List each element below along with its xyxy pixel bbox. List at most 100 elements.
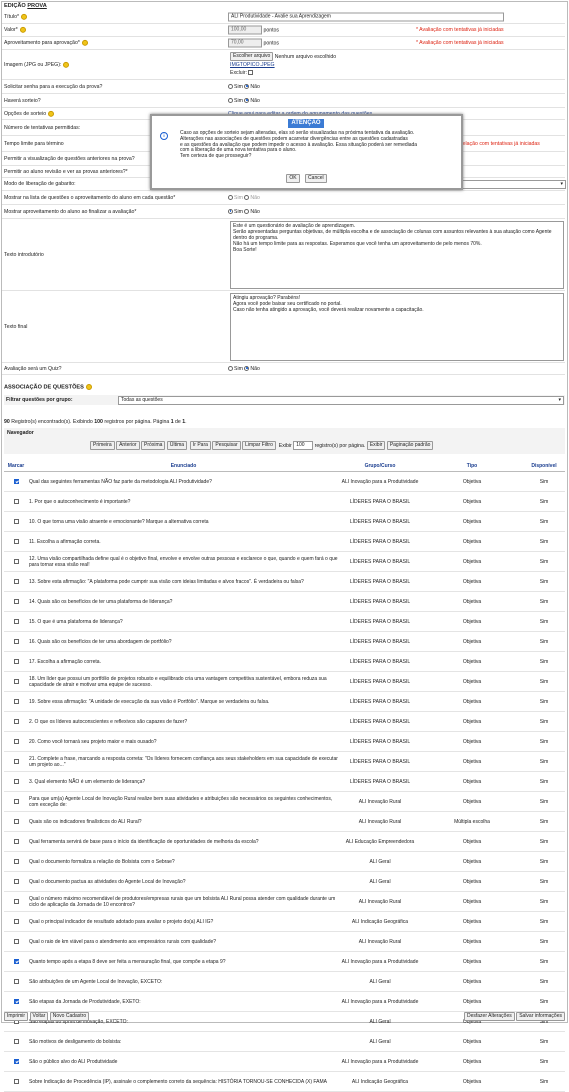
show-button[interactable]: Exibir <box>366 441 386 450</box>
sorteio-label: Haverá sorteio? <box>4 97 41 104</box>
row-checkbox[interactable] <box>13 918 19 924</box>
row-tipo: Objetiva <box>421 991 523 1012</box>
mostrar-lista-nao-radio[interactable] <box>244 194 250 200</box>
col-enunciado[interactable]: Enunciado <box>28 460 339 472</box>
row-checkbox[interactable] <box>13 678 19 684</box>
go-to-button[interactable]: Ir Para <box>189 441 211 450</box>
help-icon[interactable] <box>19 26 26 33</box>
row-checkbox[interactable] <box>13 738 19 744</box>
sorteio-sim-radio[interactable] <box>228 97 233 103</box>
save-button[interactable]: Salvar informações <box>516 1012 565 1021</box>
row-checkbox[interactable] <box>13 878 19 884</box>
row-tipo: Objetiva <box>421 931 523 952</box>
quiz-nao-radio[interactable] <box>244 365 250 371</box>
print-button[interactable]: Imprimir <box>4 1012 29 1021</box>
row-tipo: Objetiva <box>421 491 523 512</box>
sorteio-nao-radio[interactable] <box>244 97 250 103</box>
row-grupo: ALI Inovação Rural <box>339 931 421 952</box>
footer-toolbar: Imprimir Voltar Novo Cadastro Desfazer A… <box>4 1012 565 1021</box>
row-checkbox[interactable] <box>13 498 19 504</box>
row-grupo: LÍDERES PARA O BRASIL <box>339 691 421 712</box>
row-checkbox[interactable] <box>13 858 19 864</box>
row-checkbox[interactable] <box>13 778 19 784</box>
row-checkbox[interactable] <box>13 898 19 904</box>
clear-filter-button[interactable]: Limpar Filtro <box>242 441 276 450</box>
next-page-button[interactable]: Próxima <box>141 441 166 450</box>
first-page-button[interactable]: Primeira <box>90 441 115 450</box>
undo-button[interactable]: Desfazer Alterações <box>464 1012 515 1021</box>
row-tipo: Objetiva <box>421 731 523 752</box>
row-checkbox[interactable] <box>13 818 19 824</box>
ok-button[interactable]: OK <box>286 174 300 183</box>
row-checkbox[interactable] <box>13 838 19 844</box>
help-icon[interactable] <box>81 39 88 46</box>
per-page-input[interactable]: 100 <box>293 441 314 450</box>
valor-input[interactable]: 100,00 <box>228 25 262 35</box>
row-checkbox[interactable] <box>13 998 19 1004</box>
row-checkbox[interactable] <box>13 978 19 984</box>
help-icon[interactable] <box>48 110 55 117</box>
col-marcar[interactable]: Marcar <box>4 460 28 472</box>
row-checkbox[interactable] <box>13 718 19 724</box>
senha-nao-radio[interactable] <box>244 83 250 89</box>
prev-page-button[interactable]: Anterior <box>116 441 140 450</box>
row-enunciado: Sobre Indicação de Procedência (IP), ass… <box>28 1071 339 1092</box>
back-button[interactable]: Voltar <box>29 1012 49 1021</box>
texto-intro-textarea[interactable]: Este é um questionário de avaliação de a… <box>230 221 564 289</box>
quiz-sim-radio[interactable] <box>228 365 233 371</box>
row-grupo: LÍDERES PARA O BRASIL <box>339 751 421 772</box>
row-checkbox[interactable] <box>13 538 19 544</box>
table-row: 16. Quais são os benefícios de ter uma a… <box>4 631 565 652</box>
row-checkbox[interactable] <box>13 558 19 564</box>
aprov-input[interactable]: 70,00 <box>228 38 262 48</box>
row-checkbox[interactable] <box>13 698 19 704</box>
dialog-text: Caso as opções de sorteio sejam alterada… <box>180 130 418 160</box>
mostrar-lista-sim-radio[interactable] <box>228 194 233 200</box>
mostrar-final-sim-radio[interactable] <box>228 208 233 214</box>
excluir-label: Excluir: <box>230 70 248 76</box>
row-checkbox[interactable] <box>13 618 19 624</box>
row-checkbox[interactable] <box>13 638 19 644</box>
row-enunciado: 19. Sobre essa afirmação: "A unidade de … <box>28 691 339 712</box>
help-icon[interactable] <box>63 61 70 68</box>
table-row: Qual o documento formaliza a relação do … <box>4 851 565 872</box>
sorteio-row: Haverá sorteio? Sim Não <box>2 94 565 108</box>
row-checkbox[interactable] <box>13 958 19 964</box>
row-grupo: ALI Indicação Geográfica <box>339 1071 421 1092</box>
default-pagination-button[interactable]: Paginação padrão <box>386 441 434 450</box>
row-checkbox[interactable] <box>13 1078 19 1084</box>
row-checkbox[interactable] <box>13 658 19 664</box>
help-icon[interactable] <box>85 384 92 390</box>
row-checkbox[interactable] <box>13 798 19 804</box>
row-checkbox[interactable] <box>13 518 19 524</box>
cancel-button[interactable]: Cancel <box>305 174 327 183</box>
texto-final-textarea[interactable]: Atingiu aprovação? Parabéns! Agora você … <box>230 293 564 361</box>
row-tipo: Objetiva <box>421 831 523 852</box>
new-record-button[interactable]: Novo Cadastro <box>49 1012 90 1021</box>
nao-label: Não <box>250 97 260 104</box>
row-checkbox[interactable] <box>13 1038 19 1044</box>
col-grupo[interactable]: Grupo/Curso <box>339 460 421 472</box>
filter-select[interactable]: Todas as questões <box>118 396 564 405</box>
row-disponivel: Sim <box>523 811 565 832</box>
mostrar-final-row: Mostrar aproveitamento do aluno ao final… <box>2 205 565 219</box>
current-image-link[interactable]: IMGTOPICO.JPEG <box>230 62 275 68</box>
senha-sim-radio[interactable] <box>228 83 233 89</box>
row-checkbox[interactable] <box>13 938 19 944</box>
col-disponivel[interactable]: Disponível <box>523 460 565 472</box>
last-page-button[interactable]: Última <box>166 441 188 450</box>
mostrar-final-nao-radio[interactable] <box>244 208 250 214</box>
choose-file-button[interactable]: Escolher arquivo <box>230 52 274 61</box>
row-checkbox[interactable] <box>13 758 19 764</box>
row-checkbox[interactable] <box>13 578 19 584</box>
titulo-input[interactable]: ALI Produtividade - Avalie sua Aprendiza… <box>228 12 504 22</box>
excluir-checkbox[interactable] <box>248 70 254 76</box>
row-enunciado: 15. O que é uma plataforma de liderança? <box>28 611 339 632</box>
col-tipo[interactable]: Tipo <box>421 460 523 472</box>
search-button[interactable]: Pesquisar <box>212 441 241 450</box>
help-icon[interactable] <box>21 13 27 20</box>
row-checkbox[interactable] <box>13 478 19 484</box>
row-checkbox[interactable] <box>13 1058 19 1064</box>
row-grupo: LÍDERES PARA O BRASIL <box>339 611 421 632</box>
row-checkbox[interactable] <box>13 598 19 604</box>
